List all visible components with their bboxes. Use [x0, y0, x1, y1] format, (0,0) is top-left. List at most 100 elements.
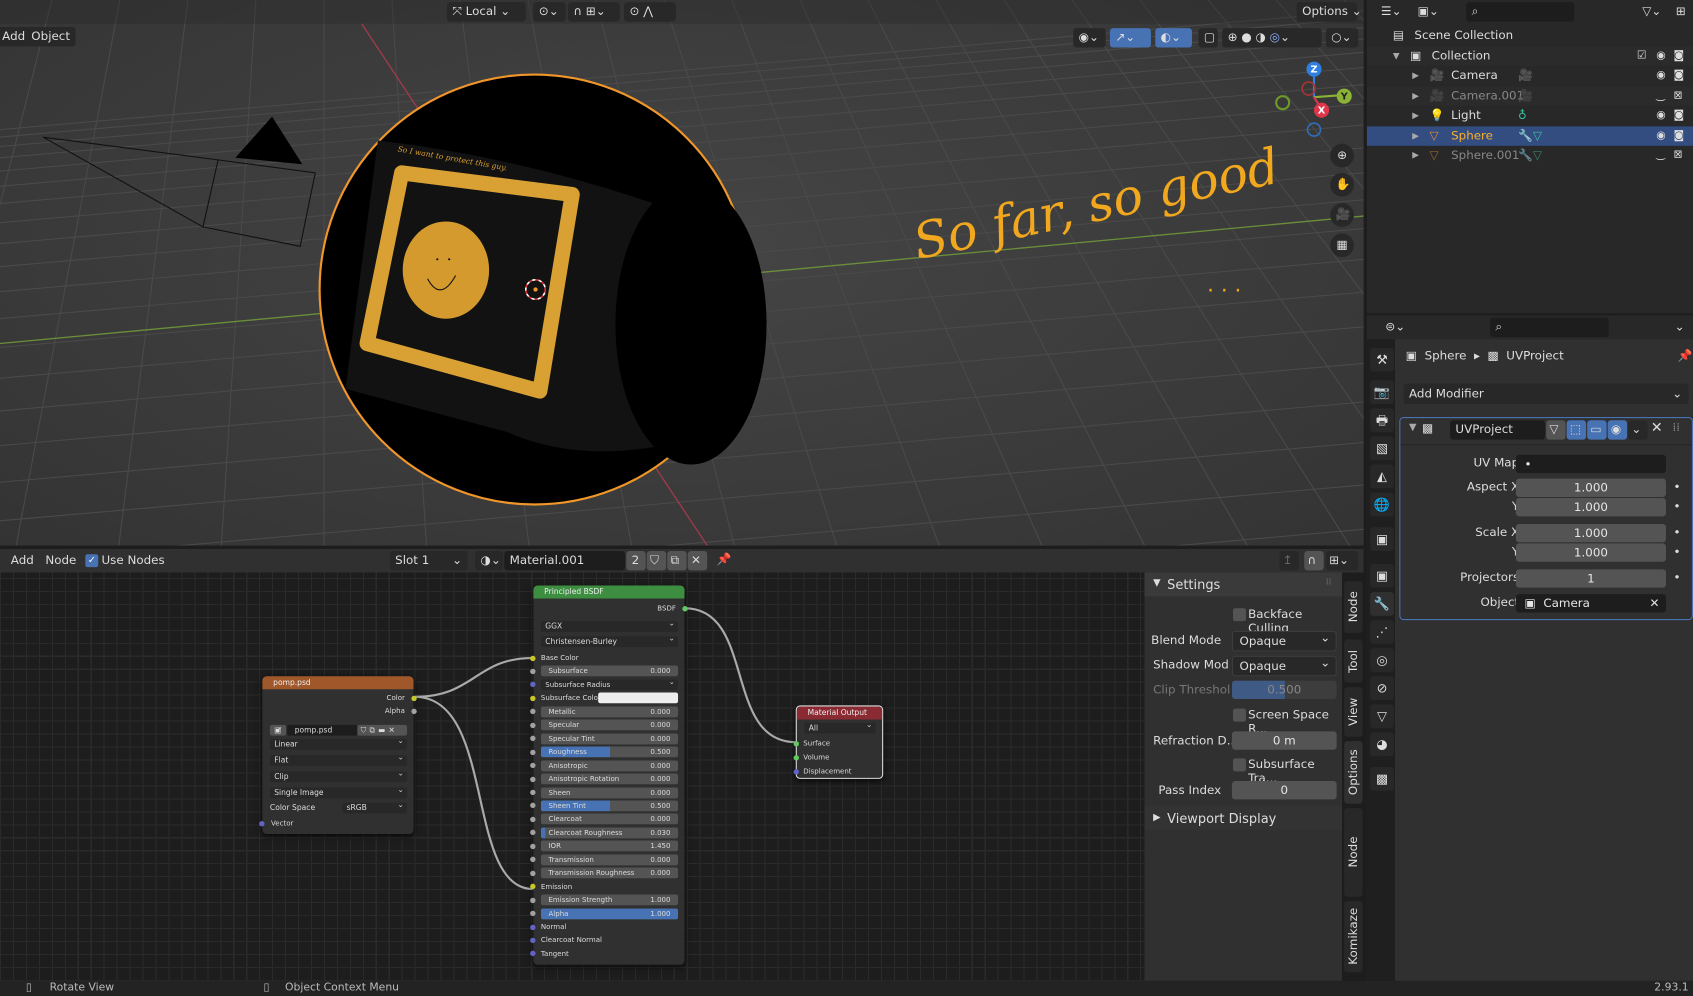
- input-socket[interactable]: [530, 830, 536, 836]
- render-toggle-icon[interactable]: ◉: [1607, 420, 1628, 440]
- bsdf-input-tangent[interactable]: Tangent: [530, 947, 684, 960]
- modifier-field-aspect-x[interactable]: 1.000: [1515, 478, 1666, 497]
- outliner[interactable]: ☰⌄ ▣⌄ ⌕ ▽⌄ ⊞ ▤ Scene Collection ▼ ▣ Collecti…: [1366, 0, 1693, 314]
- render-camera-icon[interactable]: ◙: [1674, 66, 1684, 85]
- bsdf-input-anisotropic-rotation[interactable]: Anisotropic Rotation 0.000: [530, 772, 684, 785]
- outliner-item[interactable]: ▶ 💡 Light ♁ ◉ ◙: [1367, 106, 1693, 125]
- expanded-arrow-icon[interactable]: ▼: [1393, 46, 1400, 65]
- properties-editor[interactable]: ⊜⌄ ⌕ ⌄ ⚒ 📷 🖶 ▧ ◭ 🌐 ▣ ▣ 🔧 ⋰ ◎ ⊘ ▽ ◕ ▩ ▣ Sphere ▸ ▩ UVPr…: [1366, 315, 1693, 981]
- input-socket[interactable]: [530, 937, 536, 944]
- clip-threshold-slider[interactable]: 0.500: [1231, 680, 1337, 699]
- modifier-field-y[interactable]: 1.000: [1515, 543, 1666, 562]
- properties-tab-scene-icon[interactable]: ◭: [1370, 464, 1394, 489]
- properties-search-input[interactable]: ⌕: [1489, 317, 1609, 338]
- overlay-toggle[interactable]: ◐⌄: [1155, 28, 1192, 48]
- 3d-viewport[interactable]: So I want to protect this guy. So far, s…: [0, 0, 1364, 546]
- drag-handle-icon[interactable]: ⁞⁞: [1326, 577, 1331, 587]
- outliner-item[interactable]: ▤ Scene Collection: [1367, 26, 1693, 45]
- sidebar-tab-tool[interactable]: Tool: [1344, 639, 1363, 683]
- properties-tab-constraints-icon[interactable]: ⊘: [1370, 676, 1394, 701]
- collapsed-triangle-icon[interactable]: ▶: [1153, 812, 1160, 823]
- render-disabled-icon[interactable]: ⊠: [1674, 146, 1683, 165]
- bsdf-input-ior[interactable]: IOR 1.450: [530, 840, 684, 853]
- outliner-item[interactable]: ▶ ▽ Sphere 🔧▽ ◉ ◙: [1366, 125, 1693, 146]
- value-slider[interactable]: Transmission 0.000: [540, 854, 679, 866]
- socket-displacement[interactable]: [793, 768, 799, 775]
- material-users-count[interactable]: 2: [626, 550, 646, 571]
- input-socket[interactable]: [530, 924, 536, 930]
- fake-user-shield-icon[interactable]: ⛉: [646, 550, 667, 571]
- properties-tab-render-icon[interactable]: 📷: [1370, 380, 1394, 405]
- subsurface-method-dropdown[interactable]: Christensen-Burley: [540, 633, 679, 648]
- slot-dropdown[interactable]: Slot 1 ⌄: [389, 550, 468, 571]
- outliner-item[interactable]: ▶ ▽ Sphere.001 🔧▽ ‿ ⊠: [1367, 146, 1693, 165]
- keyframe-dot-icon[interactable]: •: [1674, 480, 1681, 494]
- ortho-grid-icon[interactable]: ▦: [1330, 233, 1354, 258]
- bsdf-input-clearcoat-roughness[interactable]: Clearcoat Roughness 0.030: [530, 826, 684, 839]
- outliner-item[interactable]: ▶ 🎥 Camera 🎥 ◉ ◙: [1367, 66, 1693, 85]
- bsdf-input-emission[interactable]: Emission: [530, 880, 684, 893]
- input-socket[interactable]: [530, 668, 536, 675]
- hidden-eye-icon[interactable]: ‿: [1656, 146, 1665, 165]
- display-mode-dropdown[interactable]: ☰⌄: [1375, 2, 1408, 22]
- bsdf-input-subsurface-color[interactable]: Subsurface Color: [530, 692, 684, 705]
- properties-tab-output-icon[interactable]: 🖶: [1370, 408, 1394, 433]
- bsdf-input-emission-strength[interactable]: Emission Strength 1.000: [530, 894, 684, 907]
- clear-object-close-icon[interactable]: ✕: [1650, 594, 1660, 612]
- node-canvas[interactable]: pomp.psd Color Alpha ▣ pomp.psd ⛉⧉▬✕ Lin…: [0, 572, 1145, 981]
- input-socket[interactable]: [530, 816, 536, 822]
- keyframe-dot-icon[interactable]: •: [1674, 544, 1681, 558]
- collapsed-arrow-icon[interactable]: ▶: [1412, 86, 1419, 105]
- outliner-item[interactable]: ▼ ▣ Collection ◉ ◙ ☑: [1366, 45, 1693, 66]
- value-slider[interactable]: Roughness 0.500: [540, 746, 679, 758]
- properties-tab-particles-icon[interactable]: ⋰: [1370, 620, 1394, 644]
- socket-color[interactable]: [411, 695, 417, 701]
- filter-view-dropdown[interactable]: ▣⌄: [1412, 2, 1445, 22]
- bsdf-input-sheen-tint[interactable]: Sheen Tint 0.500: [530, 799, 684, 812]
- editor-type-dropdown[interactable]: ⊜⌄: [1379, 317, 1408, 338]
- outliner-item[interactable]: ▶ 🎥 Camera.001 🎥 ‿ ⊠: [1366, 85, 1693, 106]
- eye-icon[interactable]: ◉: [1656, 46, 1665, 65]
- properties-tab-material-icon[interactable]: ◕: [1370, 732, 1394, 757]
- proportional-edit-toggle[interactable]: ⊙ ⋀: [624, 2, 676, 22]
- input-socket[interactable]: [530, 789, 536, 796]
- wireframe-shading-icon[interactable]: ⊕: [1228, 30, 1238, 44]
- zoom-icon[interactable]: ⊕: [1330, 143, 1354, 168]
- refraction-depth-field[interactable]: 0 m: [1231, 731, 1337, 750]
- modifier-name-input[interactable]: UVProject: [1450, 420, 1546, 440]
- properties-tab-view-layer-icon[interactable]: ▧: [1370, 436, 1394, 461]
- input-socket[interactable]: [530, 749, 536, 755]
- sidebar-tab-node[interactable]: Node: [1344, 581, 1363, 634]
- input-socket[interactable]: [530, 762, 536, 769]
- menu-object[interactable]: Object: [25, 27, 76, 47]
- drag-handle-icon[interactable]: ⁞⁞: [1672, 420, 1680, 434]
- material-output-node[interactable]: Material Output All Surface Volume Displ…: [793, 705, 884, 779]
- render-camera-icon[interactable]: ◙: [1674, 46, 1684, 65]
- input-socket[interactable]: [530, 708, 536, 715]
- image-name-input[interactable]: pomp.psd: [287, 724, 358, 736]
- input-socket[interactable]: [530, 883, 536, 890]
- shadow-mode-dropdown[interactable]: Opaque: [1231, 654, 1337, 677]
- hidden-eye-icon[interactable]: ‿: [1656, 86, 1665, 105]
- image-browse-icon[interactable]: ▣: [269, 722, 287, 736]
- input-socket[interactable]: [530, 870, 536, 876]
- value-slider[interactable]: Specular Tint 0.000: [540, 733, 679, 744]
- keyframe-dot-icon[interactable]: •: [1674, 570, 1681, 584]
- render-camera-icon[interactable]: ◙: [1674, 106, 1684, 125]
- bsdf-input-transmission[interactable]: Transmission 0.000: [530, 853, 684, 866]
- value-slider[interactable]: Anisotropic Rotation 0.000: [540, 773, 679, 785]
- socket-vector[interactable]: [259, 820, 265, 826]
- viewport-toggle-icon[interactable]: ▭: [1587, 420, 1607, 440]
- properties-tab-texture-icon[interactable]: ▩: [1370, 767, 1394, 791]
- eye-icon[interactable]: ◉: [1656, 66, 1665, 85]
- backface-culling-checkbox[interactable]: [1233, 608, 1246, 622]
- properties-tab-world-icon[interactable]: 🌐: [1370, 492, 1394, 517]
- value-slider[interactable]: Metallic 0.000: [540, 706, 679, 718]
- socket-volume[interactable]: [793, 754, 799, 760]
- xray-toggle[interactable]: ▢: [1198, 28, 1218, 48]
- image-texture-node[interactable]: pomp.psd Color Alpha ▣ pomp.psd ⛉⧉▬✕ Lin…: [259, 676, 417, 834]
- socket-surface[interactable]: [793, 740, 799, 746]
- bsdf-input-specular-tint[interactable]: Specular Tint 0.000: [530, 732, 684, 745]
- extension-dropdown[interactable]: Clip: [269, 768, 408, 783]
- use-nodes-checkbox[interactable]: ✓: [85, 554, 99, 568]
